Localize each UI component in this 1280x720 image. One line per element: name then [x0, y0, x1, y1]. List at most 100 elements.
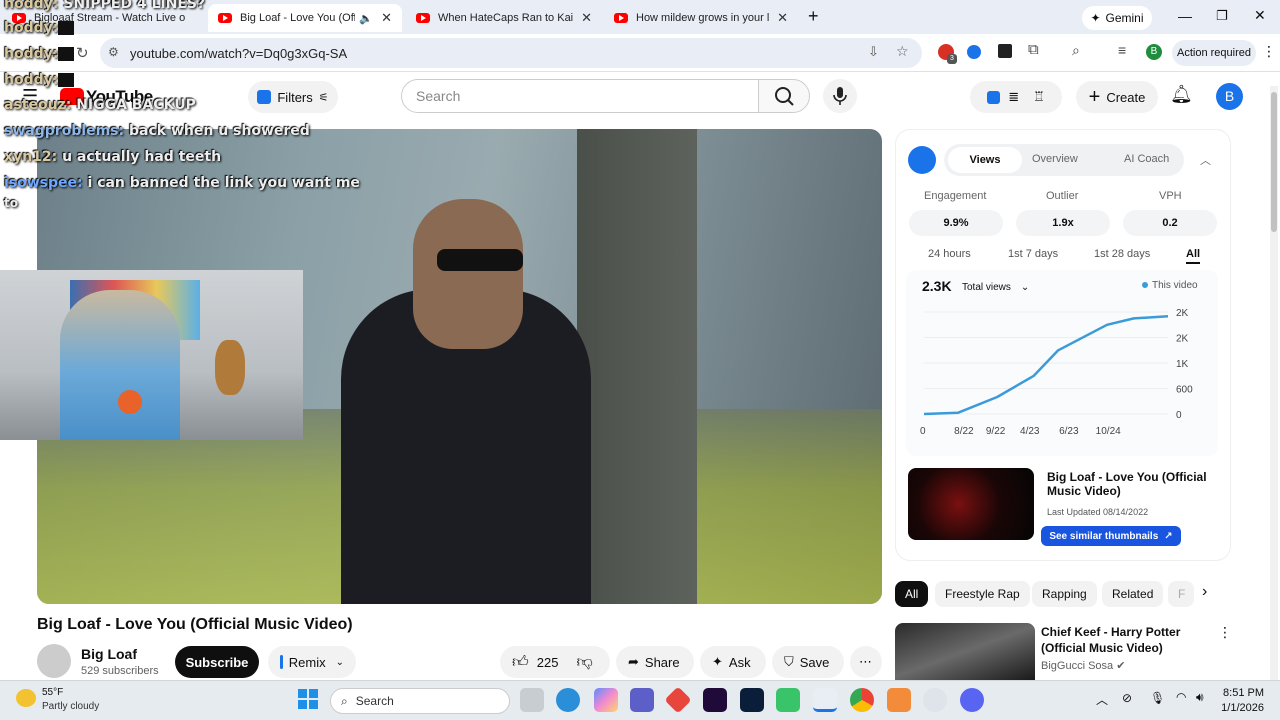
page-scrollbar[interactable] — [1270, 86, 1278, 680]
action-required-button[interactable]: Action required — [1172, 40, 1256, 66]
vidiq-toolbar[interactable]: ≣ ♖ — [970, 81, 1062, 113]
teams-icon[interactable] — [630, 688, 654, 712]
chip-related[interactable]: Related — [1102, 581, 1164, 607]
chrome-icon[interactable] — [850, 688, 874, 712]
minimize-icon[interactable]: — — [1178, 8, 1192, 24]
cast-icon[interactable]: ⌕ — [1072, 42, 1080, 59]
save-button[interactable]: ⛉ Save — [772, 646, 844, 678]
chat-line: asteouz: NIGGA BACKUP — [4, 97, 196, 113]
search-input[interactable]: Search — [401, 79, 759, 113]
voice-search-button[interactable] — [823, 79, 857, 113]
recommended-more-icon[interactable]: ⋮ — [1218, 624, 1232, 641]
app-circle-icon[interactable] — [923, 688, 947, 712]
volume-icon[interactable]: 🔊︎ — [1196, 690, 1204, 705]
range-all[interactable]: All — [1186, 248, 1201, 264]
chrome-active-icon[interactable] — [813, 688, 837, 712]
maximize-icon[interactable]: ❐ — [1216, 8, 1228, 24]
start-button[interactable] — [298, 689, 318, 709]
metric-select[interactable]: Total views ⌄ — [956, 276, 1042, 298]
similar-thumbnails-button[interactable]: See similar thumbnails ↗ — [1041, 526, 1181, 546]
x-tick-label: 8/22 — [954, 426, 974, 437]
vidiq-icon — [987, 90, 1001, 104]
related-date: Last Updated 08/14/2022 — [1047, 507, 1149, 517]
tray-chevron-icon[interactable]: ︿ — [1096, 691, 1108, 708]
chevron-right-icon[interactable]: › — [1202, 583, 1207, 601]
vidiq-icon — [280, 655, 283, 669]
tab-views[interactable]: Views — [948, 147, 1022, 173]
wifi-icon[interactable]: ◠ — [1176, 690, 1186, 704]
recommended-channel[interactable]: BigGucci Sosa ✔ — [1041, 659, 1125, 672]
close-tab-icon[interactable]: ✕ — [581, 10, 592, 26]
collapse-chevron-icon[interactable]: ︿ — [1200, 152, 1211, 168]
remix-button[interactable]: Remix ⌄ — [268, 646, 356, 678]
y-tick-label: 1K — [1176, 359, 1189, 370]
notifications-bell-icon[interactable]: 🔔︎ — [1170, 84, 1193, 105]
chat-line: hoddy: — [4, 20, 75, 36]
range-28d[interactable]: 1st 28 days — [1094, 248, 1150, 260]
stat-label: VPH — [1159, 190, 1182, 202]
share-button[interactable]: ➦ Share — [616, 646, 694, 678]
app-orange-icon[interactable] — [887, 688, 911, 712]
clock-time[interactable]: 8:51 PM — [1222, 687, 1264, 699]
webcam-person — [60, 290, 180, 440]
chip-rapping[interactable]: Rapping — [1032, 581, 1097, 607]
copilot-icon[interactable] — [594, 688, 618, 712]
photoshop-icon[interactable] — [740, 688, 764, 712]
profile-avatar[interactable]: B — [1146, 44, 1162, 60]
close-tab-icon[interactable]: ✕ — [777, 10, 788, 26]
chip-all[interactable]: All — [895, 581, 929, 607]
range-7d[interactable]: 1st 7 days — [1008, 248, 1058, 260]
stat-value: 9.9% — [909, 210, 1003, 236]
dislike-icon[interactable]: 👎︎ — [576, 653, 592, 672]
close-window-icon[interactable]: ✕ — [1254, 7, 1266, 24]
channel-name[interactable]: Big Loaf — [81, 646, 137, 662]
discord-icon[interactable] — [960, 688, 984, 712]
edge-icon[interactable] — [556, 688, 580, 712]
subscribe-button[interactable]: Subscribe — [175, 646, 259, 678]
network-off-icon[interactable]: ⊘ — [1122, 691, 1132, 705]
like-icon[interactable]: 👍︎ — [512, 653, 529, 672]
chip-more[interactable]: F — [1168, 581, 1194, 607]
task-view-icon[interactable] — [520, 688, 544, 712]
streamer-webcam-overlay — [0, 270, 303, 440]
extension-vidiq-icon[interactable] — [967, 45, 981, 59]
create-button[interactable]: + Create — [1076, 81, 1158, 113]
search-button[interactable] — [758, 79, 810, 113]
like-dislike-group: 👍︎ 225 👎︎ — [500, 646, 610, 678]
chip-freestyle-rap[interactable]: Freestyle Rap — [935, 581, 1030, 607]
scrollbar-thumb[interactable] — [1271, 92, 1277, 232]
related-title[interactable]: Big Loaf - Love You (Official Music Vide… — [1047, 470, 1217, 498]
app-green-icon[interactable] — [776, 688, 800, 712]
channel-avatar[interactable] — [37, 644, 71, 678]
tab-ai-coach[interactable]: AI Coach — [1124, 153, 1169, 165]
bookmark-star-icon[interactable]: ☆ — [896, 43, 909, 60]
microphone-icon[interactable]: 🎙︎ — [1150, 691, 1165, 705]
browser-menu-icon[interactable]: ⋮ — [1262, 43, 1276, 60]
emote-icon — [58, 47, 75, 61]
premiere-icon[interactable] — [703, 688, 727, 712]
ask-button[interactable]: ✦ Ask — [700, 646, 766, 678]
clock-date[interactable]: 1/1/2026 — [1218, 702, 1264, 714]
extension-dark-icon[interactable] — [998, 44, 1012, 58]
recommended-thumbnail[interactable] — [895, 623, 1035, 680]
series-line-this-video — [923, 315, 1169, 416]
extension-badge: 3 — [947, 54, 957, 64]
taskbar-search[interactable]: ⌕ Search — [330, 688, 510, 714]
extensions-puzzle-icon[interactable]: ⧉ — [1028, 41, 1039, 58]
gemini-button[interactable]: ✦ Gemini — [1082, 6, 1152, 30]
tab-overview[interactable]: Overview — [1032, 153, 1078, 165]
account-avatar[interactable]: B — [1216, 83, 1243, 110]
new-tab-icon[interactable]: + — [808, 6, 819, 27]
x-tick-label: 9/22 — [986, 426, 1006, 437]
windows-logo-icon — [298, 689, 318, 709]
more-actions-button[interactable]: ⋯ — [850, 646, 882, 678]
tab-3[interactable]: When HateCaps Ran to Kai Cen ✕ — [406, 4, 602, 32]
recommended-title[interactable]: Chief Keef - Harry Potter (Official Musi… — [1041, 624, 1201, 656]
related-thumbnail[interactable] — [908, 468, 1034, 540]
bookmark-icon: ⛉ — [784, 654, 794, 669]
install-app-icon[interactable]: ⇩ — [868, 44, 879, 60]
media-control-icon[interactable]: ≡ — [1118, 42, 1126, 58]
range-24h[interactable]: 24 hours — [928, 248, 971, 260]
tab-4[interactable]: How mildew grows in your locs ✕ — [604, 4, 798, 32]
weather-icon[interactable] — [16, 689, 36, 707]
